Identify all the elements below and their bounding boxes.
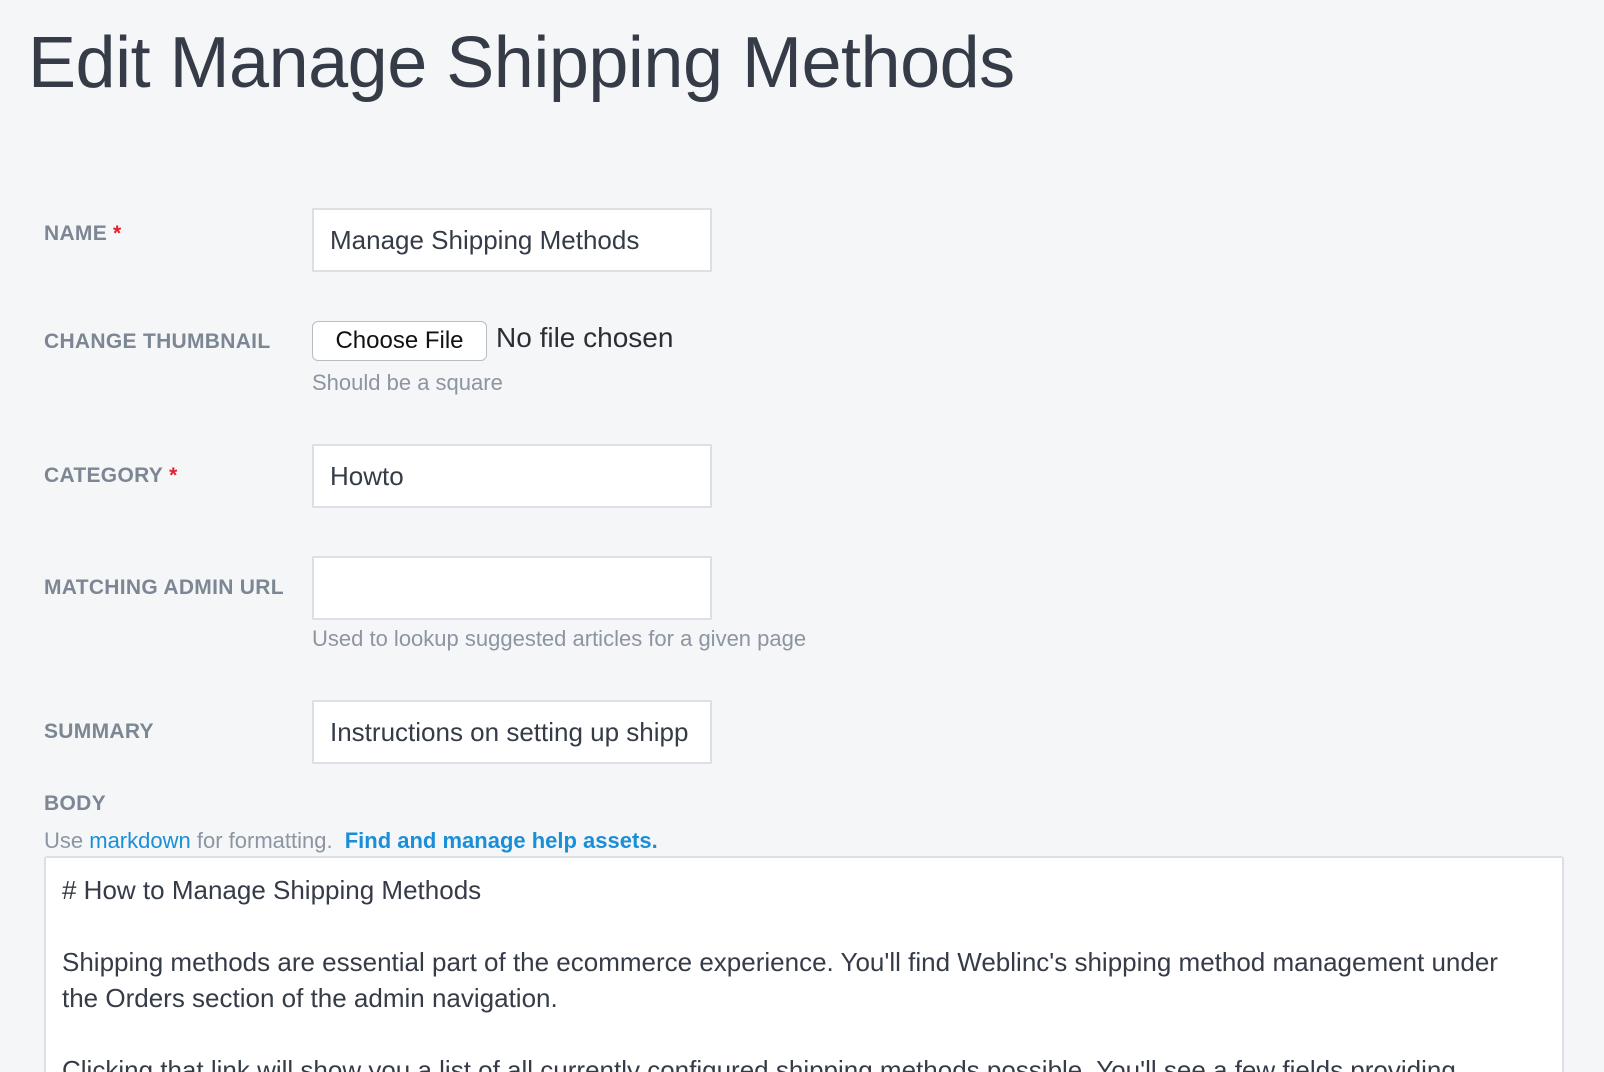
body-help-text: Use markdown for formatting. Find and ma… bbox=[44, 828, 658, 854]
name-label: NAME * bbox=[44, 222, 122, 246]
required-asterisk: * bbox=[169, 464, 178, 487]
body-line: Clicking that link will show you a list … bbox=[62, 1055, 1456, 1072]
thumbnail-label: CHANGE THUMBNAIL bbox=[44, 330, 271, 353]
category-label-text: CATEGORY bbox=[44, 464, 164, 487]
help-assets-link[interactable]: Find and manage help assets. bbox=[345, 828, 658, 853]
body-help-middle: for formatting. bbox=[196, 828, 333, 853]
body-line: Shipping methods are essential part of t… bbox=[62, 947, 1498, 977]
category-label: CATEGORY * bbox=[44, 464, 178, 488]
body-line: the Orders section of the admin navigati… bbox=[62, 983, 558, 1013]
summary-input[interactable] bbox=[312, 700, 712, 764]
body-editor[interactable]: # How to Manage Shipping Methods Shippin… bbox=[44, 856, 1564, 1072]
name-input[interactable] bbox=[312, 208, 712, 272]
category-input[interactable] bbox=[312, 444, 712, 508]
admin-url-input[interactable] bbox=[312, 556, 712, 620]
file-status: No file chosen bbox=[496, 322, 674, 353]
choose-file-button[interactable]: Choose File bbox=[312, 321, 487, 361]
admin-url-hint: Used to lookup suggested articles for a … bbox=[312, 626, 807, 651]
body-line-heading: # How to Manage Shipping Methods bbox=[62, 875, 482, 905]
name-label-text: NAME bbox=[44, 222, 108, 245]
thumbnail-hint: Should be a square bbox=[312, 370, 503, 395]
admin-url-label: MATCHING ADMIN URL bbox=[44, 576, 284, 599]
body-help-prefix: Use bbox=[44, 828, 84, 853]
required-asterisk: * bbox=[113, 222, 122, 245]
page-title: Edit Manage Shipping Methods bbox=[28, 23, 1015, 103]
body-label: BODY bbox=[44, 792, 106, 815]
summary-label: SUMMARY bbox=[44, 720, 154, 743]
markdown-link[interactable]: markdown bbox=[89, 828, 190, 853]
